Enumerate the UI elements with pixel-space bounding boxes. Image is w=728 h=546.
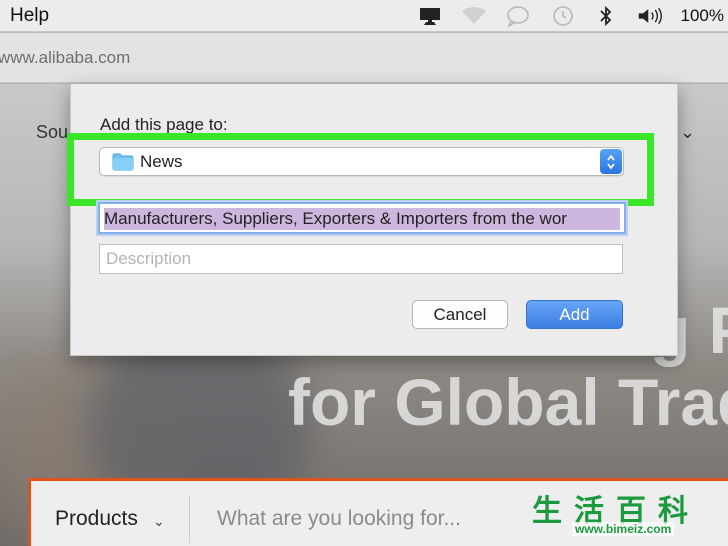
divider — [189, 495, 190, 543]
watermark: 生活百科 www.bimeiz.com — [528, 486, 724, 542]
chevron-down-icon: ⌄ — [680, 122, 696, 142]
dialog-title: Add this page to: — [100, 115, 228, 134]
bookmark-title-input[interactable] — [104, 208, 620, 230]
highlight-box — [67, 133, 654, 206]
page-nav-left[interactable]: Sou — [36, 122, 68, 143]
watermark-url: www.bimeiz.com — [572, 522, 675, 536]
address-bar[interactable]: www.alibaba.com — [0, 33, 728, 83]
add-bookmark-dialog: Add this page to: News Cancel Add — [67, 84, 678, 356]
add-button[interactable]: Add — [526, 300, 623, 329]
url-text[interactable]: www.alibaba.com — [0, 48, 130, 68]
cancel-button[interactable]: Cancel — [412, 300, 508, 329]
menu-help[interactable]: Help — [10, 5, 49, 27]
bookmark-title-field[interactable] — [98, 202, 626, 234]
volume-icon[interactable] — [637, 4, 663, 28]
bookmark-description-field[interactable] — [99, 244, 623, 274]
battery-percentage: 100% — [680, 6, 724, 25]
search-category-select[interactable]: Products — [55, 507, 138, 531]
wifi-icon[interactable] — [461, 4, 487, 28]
status-tray: 100% — [417, 0, 724, 32]
chevron-down-icon[interactable]: ⌄ — [153, 513, 165, 530]
description-input[interactable] — [106, 249, 614, 269]
bluetooth-icon[interactable] — [593, 4, 619, 28]
site-search-input[interactable]: What are you looking for... — [217, 507, 461, 531]
time-machine-icon[interactable] — [549, 4, 575, 28]
display-icon[interactable] — [417, 4, 443, 28]
messages-icon[interactable] — [505, 4, 531, 28]
menu-bar: Help 100% — [0, 0, 728, 32]
hero-heading-line2: for Global Trad — [288, 365, 728, 439]
